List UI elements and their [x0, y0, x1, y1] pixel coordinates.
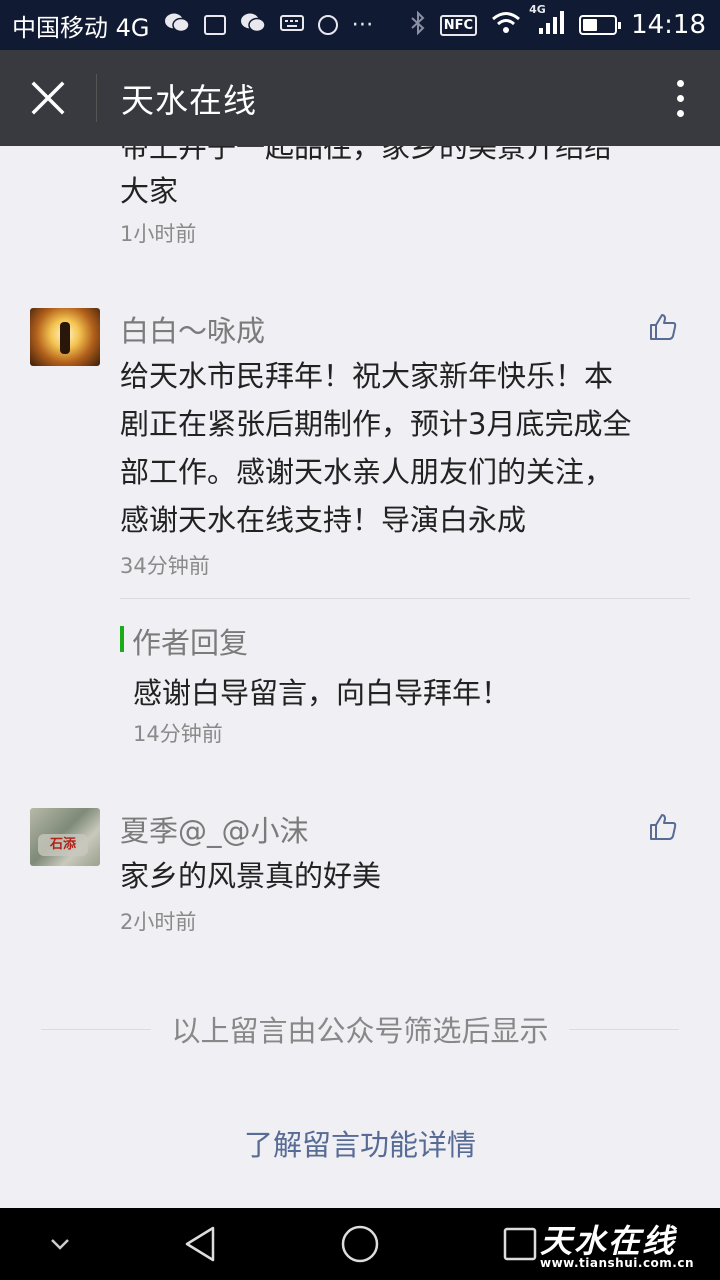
- comment-text-partial: 带上井子一起品往，家乡的美景介绍给: [120, 146, 614, 164]
- wechat-icon: [240, 12, 266, 39]
- navigation-bar: 天水在线 www.tianshui.com.cn: [0, 1208, 720, 1280]
- like-button[interactable]: [648, 312, 678, 346]
- title-divider: [96, 74, 97, 122]
- more-dots-icon: ⋯: [351, 12, 374, 37]
- learn-more-link[interactable]: 了解留言功能详情: [0, 1122, 720, 1164]
- thumbs-up-icon: [650, 814, 677, 840]
- home-button[interactable]: [330, 1208, 390, 1280]
- recents-square-icon: [503, 1227, 537, 1261]
- clock: 14:18: [631, 10, 706, 40]
- image-icon: [203, 15, 226, 35]
- avatar[interactable]: 石添: [30, 808, 100, 866]
- page-title: 天水在线: [121, 81, 257, 120]
- author-reply-label: 作者回复: [132, 626, 249, 660]
- back-triangle-icon: [185, 1226, 215, 1262]
- comment-text: 给天水市民拜年！祝大家新年快乐！本 剧正在紧张后期制作，预计3月底完成全 部工作…: [120, 359, 632, 537]
- keyboard-icon: [279, 14, 304, 37]
- author-reply-text: 感谢白导留言，向白导拜年！: [133, 676, 511, 710]
- like-button[interactable]: [648, 812, 678, 846]
- comment-time: 1小时前: [120, 222, 197, 246]
- comment-text-end: 大家: [120, 174, 179, 208]
- watermark-logo: 天水在线 www.tianshui.com.cn: [540, 1222, 695, 1270]
- hide-nav-button[interactable]: [40, 1208, 80, 1280]
- close-icon: [31, 81, 65, 115]
- signal-icon: 4G: [529, 4, 565, 41]
- comment-text: 家乡的风景真的好美: [120, 859, 382, 893]
- thumbs-up-icon: [650, 314, 677, 340]
- signal-label: 4G: [529, 2, 546, 16]
- wifi-icon: [491, 11, 521, 40]
- more-vertical-icon: [676, 79, 684, 87]
- avatar[interactable]: [30, 308, 100, 366]
- comment-time: 2小时前: [120, 910, 197, 934]
- chevron-down-icon: [51, 1239, 69, 1250]
- author-reply-time: 14分钟前: [133, 722, 223, 746]
- status-bar: 中国移动 4G ⋯ NFC 4G 14:18: [0, 0, 720, 50]
- reply-divider: [120, 598, 690, 599]
- close-button[interactable]: [0, 50, 96, 146]
- carrier-label: 中国移动 4G: [12, 13, 150, 42]
- recents-button[interactable]: [496, 1208, 544, 1280]
- comment-nickname: 白白～咏成: [120, 314, 266, 348]
- more-options-button[interactable]: [640, 50, 720, 146]
- wechat-icon: [164, 12, 190, 39]
- comment-nickname: 夏季@_@小沫: [120, 814, 309, 848]
- battery-icon: [579, 15, 622, 35]
- bluetooth-icon: [410, 10, 426, 40]
- title-bar: 天水在线: [0, 50, 720, 146]
- nfc-icon: NFC: [439, 14, 478, 36]
- comment-time: 34分钟前: [120, 554, 210, 578]
- sync-icon: [317, 15, 338, 35]
- back-button[interactable]: [170, 1208, 230, 1280]
- filter-note: 以上留言由公众号筛选后显示: [0, 1008, 720, 1050]
- home-circle-icon: [341, 1225, 379, 1263]
- comment-list[interactable]: 带上井子一起品往，家乡的美景介绍给 大家 1小时前 白白～咏成 给天水市民拜年！…: [0, 146, 720, 1208]
